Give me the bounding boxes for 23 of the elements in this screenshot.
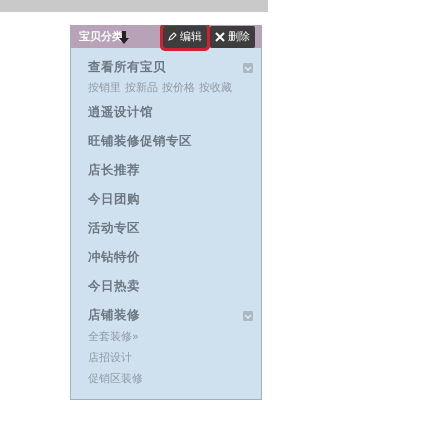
- dropdown-icon[interactable]: [243, 310, 253, 320]
- subcategory-link[interactable]: 全套装修»: [88, 326, 253, 347]
- category-link[interactable]: 店铺装修: [88, 307, 140, 324]
- category-link[interactable]: 逍遥设计馆: [88, 104, 153, 121]
- category-link[interactable]: 活动专区: [88, 220, 140, 237]
- category-link[interactable]: 查看所有宝贝: [88, 59, 166, 76]
- category-link[interactable]: 旺铺装修促销专区: [88, 133, 192, 150]
- pencil-icon: [168, 32, 177, 41]
- category-link[interactable]: 今日团购: [88, 191, 140, 208]
- delete-button[interactable]: 删除: [210, 26, 255, 48]
- sort-link[interactable]: 按新品: [125, 80, 158, 94]
- sort-link[interactable]: 按收藏: [199, 80, 232, 94]
- dropdown-icon[interactable]: [243, 62, 253, 72]
- panel-title: 宝贝分类: [79, 29, 123, 44]
- category-link[interactable]: 今日热卖: [88, 278, 140, 295]
- sort-link[interactable]: 按价格: [162, 80, 195, 94]
- sort-link[interactable]: 按销里: [88, 80, 121, 94]
- category-link[interactable]: 店长推荐: [88, 162, 140, 179]
- close-icon: [215, 32, 225, 42]
- edit-button[interactable]: 编辑: [163, 26, 207, 48]
- subcategory-link[interactable]: 促销区装修: [88, 368, 253, 389]
- category-link[interactable]: 冲钻特价: [88, 249, 140, 266]
- subcategory-link[interactable]: 店招设计: [88, 347, 253, 368]
